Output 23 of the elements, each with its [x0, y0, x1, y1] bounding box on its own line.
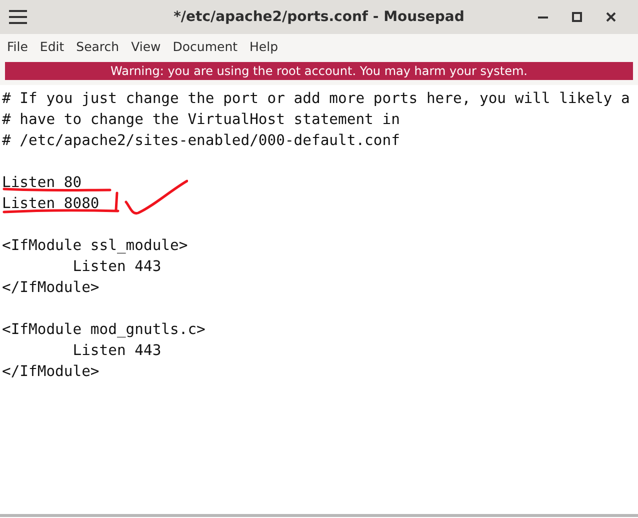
code-line: </IfModule>: [1, 362, 100, 382]
warning-banner: Warning: you are using the root account. You may harm your system.: [5, 62, 633, 80]
menu-item[interactable]: Search: [70, 38, 126, 54]
menu-icon[interactable]: [9, 10, 27, 24]
code-line: # /etc/apache2/sites-enabled/000-default.conf: [1, 131, 400, 151]
code-line: # have to change the VirtualHost statement in: [1, 110, 400, 130]
menu-item[interactable]: Document: [166, 38, 244, 54]
code-line: </IfModule>: [1, 278, 100, 298]
menu-item[interactable]: View: [125, 38, 167, 54]
code-line: <IfModule ssl_module>: [1, 236, 188, 256]
code-line: <IfModule mod_gnutls.c>: [1, 320, 206, 340]
menu-item[interactable]: File: [1, 38, 34, 54]
window-title: */etc/apache2/ports.conf - Mousepad: [174, 9, 464, 25]
minimize-icon[interactable]: [538, 16, 548, 18]
maximize-icon[interactable]: [572, 12, 582, 22]
menu-item[interactable]: Edit: [34, 38, 70, 54]
code-line: Listen 443: [72, 341, 162, 361]
code-line: # If you just change the port or add more ports here, you will likely a: [1, 89, 630, 109]
code-line: Listen 8080: [1, 194, 100, 214]
code-line: Listen 443: [72, 257, 162, 277]
menu-item[interactable]: Help: [244, 38, 284, 54]
code-line: Listen 80: [1, 173, 82, 193]
close-icon[interactable]: [606, 12, 616, 22]
